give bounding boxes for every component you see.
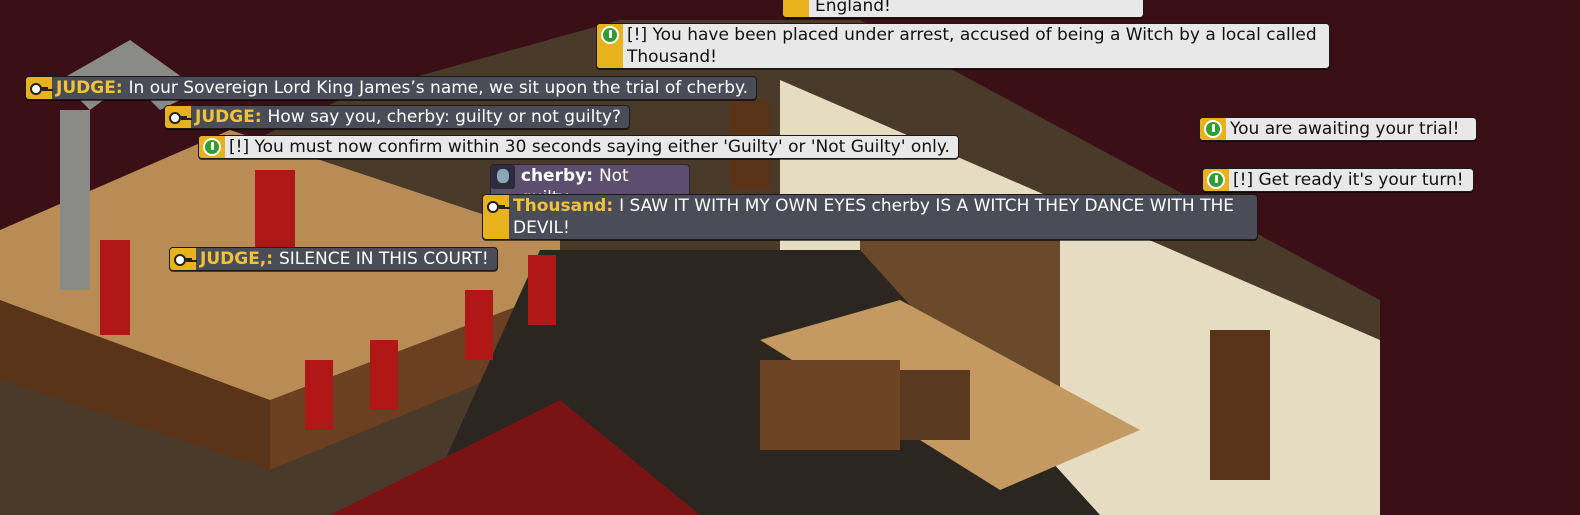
green-alert-icon bbox=[203, 138, 221, 156]
bubble-icon-strip bbox=[483, 195, 509, 239]
chat-text: You are awaiting your trial! bbox=[1230, 119, 1460, 139]
chat-text: In our Sovereign Lord King James’s name,… bbox=[128, 78, 749, 98]
speaker-name[interactable]: JUDGE bbox=[56, 78, 116, 98]
chat-text: England! bbox=[815, 0, 891, 16]
bubble-icon-strip bbox=[26, 77, 52, 99]
chat-line: JUDGE: In our Sovereign Lord King James’… bbox=[56, 78, 749, 98]
bubble-icon-strip bbox=[783, 0, 809, 17]
speaker-name[interactable]: JUDGE bbox=[195, 107, 255, 127]
speaker-name[interactable]: JUDGE, bbox=[200, 249, 266, 269]
key-icon bbox=[174, 253, 192, 266]
chat-line: Thousand: I SAW IT WITH MY OWN EYES cher… bbox=[513, 196, 1235, 238]
chat-bubble-confirm: [!] You must now confirm within 30 secon… bbox=[198, 135, 959, 159]
chat-bubble-thousand: Thousand: I SAW IT WITH MY OWN EYES cher… bbox=[482, 194, 1258, 240]
chat-bubble-judge-2: JUDGE: How say you, cherby: guilty or no… bbox=[164, 105, 631, 129]
chat-bubble-judge-1: JUDGE: In our Sovereign Lord King James’… bbox=[25, 76, 758, 100]
avatar-head-icon bbox=[491, 165, 515, 189]
chat-bubble-england: England! bbox=[782, 0, 1144, 18]
green-alert-icon bbox=[601, 26, 619, 44]
key-icon bbox=[30, 82, 48, 95]
chat-text: How say you, cherby: guilty or not guilt… bbox=[267, 107, 622, 127]
chat-bubble-your-turn: [!] Get ready it's your turn! bbox=[1202, 168, 1474, 192]
chat-text: SILENCE IN THIS COURT! bbox=[278, 249, 489, 269]
chat-text: [!] Get ready it's your turn! bbox=[1233, 170, 1464, 190]
chat-line: JUDGE,: SILENCE IN THIS COURT! bbox=[200, 249, 489, 269]
chat-text: [!] You must now confirm within 30 secon… bbox=[229, 137, 950, 157]
green-alert-icon bbox=[1207, 171, 1225, 189]
chat-bubble-awaiting: You are awaiting your trial! bbox=[1199, 117, 1477, 141]
bubble-icon-strip bbox=[170, 248, 196, 270]
bubble-icon-strip bbox=[1203, 169, 1229, 191]
bubble-icon-strip bbox=[597, 24, 623, 68]
bubble-icon-strip bbox=[1200, 118, 1226, 140]
chat-text: [!] You have been placed under arrest, a… bbox=[627, 25, 1317, 67]
green-alert-icon bbox=[1204, 120, 1222, 138]
key-icon bbox=[169, 111, 187, 124]
chat-text: I SAW IT WITH MY OWN EYES cherby IS A WI… bbox=[513, 196, 1235, 238]
bubble-icon-strip bbox=[199, 136, 225, 158]
key-icon bbox=[487, 200, 505, 213]
bubble-icon-strip bbox=[165, 106, 191, 128]
chat-bubble-judge-3: JUDGE,: SILENCE IN THIS COURT! bbox=[169, 247, 498, 271]
speaker-name[interactable]: cherby bbox=[521, 166, 586, 186]
chat-bubble-arrest: [!] You have been placed under arrest, a… bbox=[596, 23, 1330, 69]
chat-line: JUDGE: How say you, cherby: guilty or no… bbox=[195, 107, 622, 127]
speaker-name[interactable]: Thousand bbox=[513, 196, 606, 216]
